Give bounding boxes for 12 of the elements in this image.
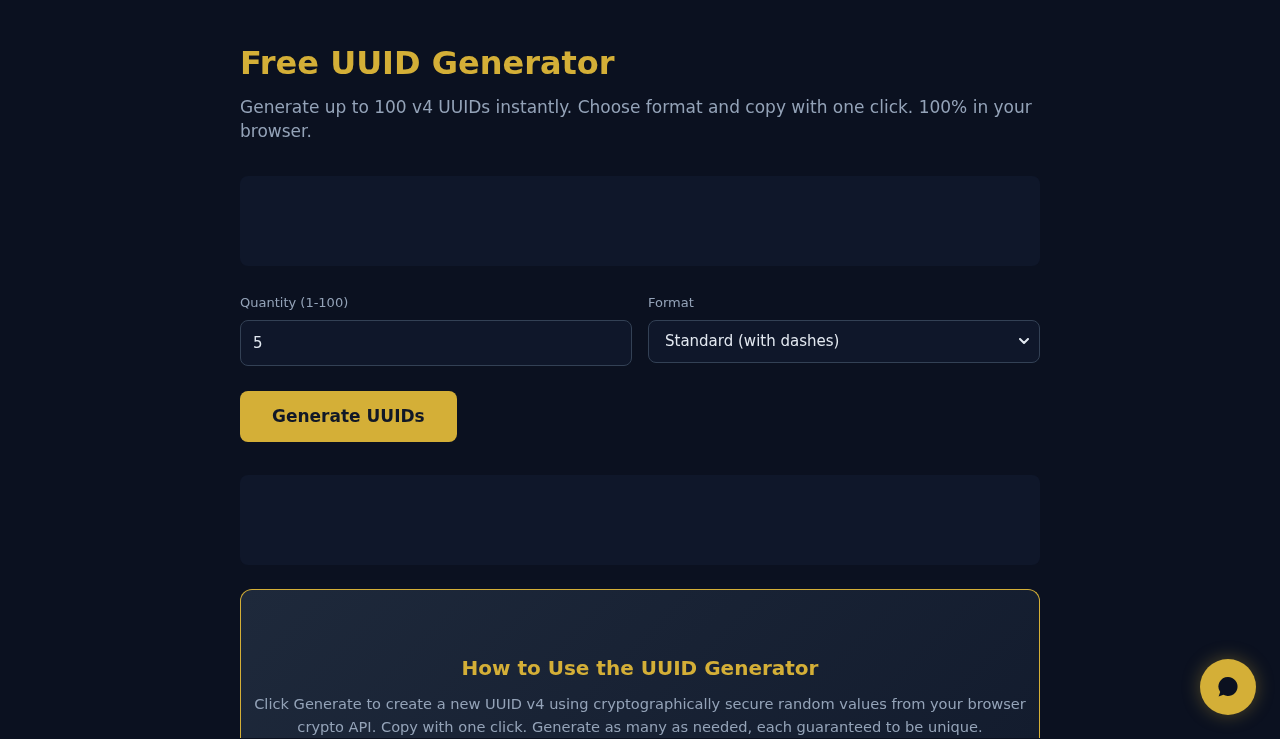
chevron-down-icon: [1019, 338, 1029, 345]
page-subtitle: Generate up to 100 v4 UUIDs instantly. Choose format and copy with one click. 100% in your browser.: [240, 96, 1033, 143]
quantity-label: Quantity (1-100): [240, 294, 349, 312]
quantity-input[interactable]: 5: [240, 320, 632, 366]
format-select[interactable]: Standard (with dashes): [648, 320, 1040, 363]
chat-bubble-icon: [1217, 676, 1239, 698]
how-to-title: How to Use the UUID Generator: [460, 655, 820, 682]
chat-button[interactable]: [1200, 659, 1256, 715]
page-title: Free UUID Generator: [240, 44, 616, 82]
generate-button[interactable]: Generate UUIDs: [240, 391, 457, 442]
format-label: Format: [648, 294, 694, 312]
how-to-text: Click Generate to create a new UUID v4 using cryptographically secure random values from your browser crypto API. Copy with one click. Generate as many as needed, each guaranteed to be unique.: [253, 694, 1027, 737]
